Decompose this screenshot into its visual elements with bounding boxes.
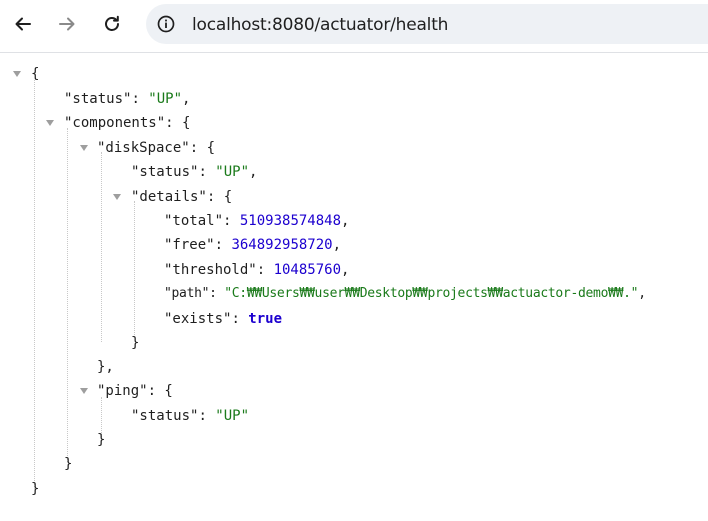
collapse-toggle-details[interactable] — [111, 191, 123, 203]
triangle-down-icon — [46, 120, 54, 126]
json-line: "ping": { — [97, 383, 173, 399]
triangle-down-icon — [80, 145, 88, 151]
json-key: "status" — [131, 408, 199, 424]
collapse-toggle-components[interactable] — [44, 117, 56, 129]
json-line: "path": "C:₩₩Users₩₩user₩₩Desktop₩₩proje… — [164, 286, 646, 301]
json-line: "status": "UP" — [131, 408, 250, 424]
back-button[interactable] — [9, 10, 37, 38]
indent-guide — [34, 80, 35, 489]
json-line: "diskSpace": { — [97, 140, 216, 156]
triangle-down-icon — [113, 194, 121, 200]
collapse-toggle-root[interactable] — [11, 68, 23, 80]
json-line: } — [31, 481, 40, 497]
json-line: "status": "UP", — [64, 91, 191, 107]
json-line: "components": { — [64, 115, 191, 131]
json-key: "diskSpace" — [97, 140, 190, 156]
json-line: } — [131, 335, 140, 351]
browser-toolbar: localhost:8080/actuator/health — [0, 0, 708, 53]
json-string-value: "C:₩₩Users₩₩user₩₩Desktop₩₩projects₩₩act… — [224, 286, 639, 301]
indent-guide — [134, 201, 135, 337]
json-key: "status" — [64, 91, 132, 107]
json-line: } — [64, 456, 73, 472]
indent-guide — [101, 152, 102, 342]
json-line: "total": 510938574848, — [164, 213, 350, 229]
json-line: "free": 364892958720, — [164, 237, 342, 253]
triangle-down-icon — [80, 388, 88, 394]
json-key: "free" — [164, 237, 215, 253]
json-key: "exists" — [164, 311, 232, 327]
forward-button[interactable] — [53, 10, 81, 38]
json-number-value: 10485760 — [273, 262, 342, 278]
json-line: "status": "UP", — [131, 164, 258, 180]
triangle-down-icon — [13, 71, 21, 77]
json-key: "ping" — [97, 383, 148, 399]
arrow-left-icon — [15, 17, 31, 31]
json-line: "details": { — [131, 189, 233, 205]
json-key: "total" — [164, 213, 224, 229]
json-string-value: "UP" — [215, 164, 250, 180]
info-circle-icon[interactable] — [156, 14, 176, 34]
collapse-toggle-ping[interactable] — [78, 385, 90, 397]
reload-button[interactable] — [98, 10, 126, 38]
json-key: "path" — [164, 286, 210, 301]
json-line: { — [31, 66, 40, 82]
json-string-value: "UP" — [148, 91, 183, 107]
json-line: }, — [97, 359, 114, 375]
json-line: "exists": true — [164, 311, 283, 327]
collapse-toggle-diskspace[interactable] — [78, 142, 90, 154]
arrow-right-icon — [59, 17, 75, 31]
json-key: "details" — [131, 189, 207, 205]
json-number-value: 364892958720 — [231, 237, 333, 253]
json-line: } — [97, 432, 106, 448]
json-string-value: "UP" — [215, 408, 250, 424]
reload-icon — [105, 15, 119, 31]
json-key: "components" — [64, 115, 166, 131]
json-boolean-value: true — [248, 311, 283, 327]
json-line: "threshold": 10485760, — [164, 262, 350, 278]
indent-guide — [67, 128, 68, 462]
json-number-value: 510938574848 — [239, 213, 342, 229]
url-text[interactable]: localhost:8080/actuator/health — [192, 15, 448, 35]
json-key: "threshold" — [164, 262, 257, 278]
address-bar[interactable]: localhost:8080/actuator/health — [146, 4, 708, 44]
json-key: "status" — [131, 164, 199, 180]
